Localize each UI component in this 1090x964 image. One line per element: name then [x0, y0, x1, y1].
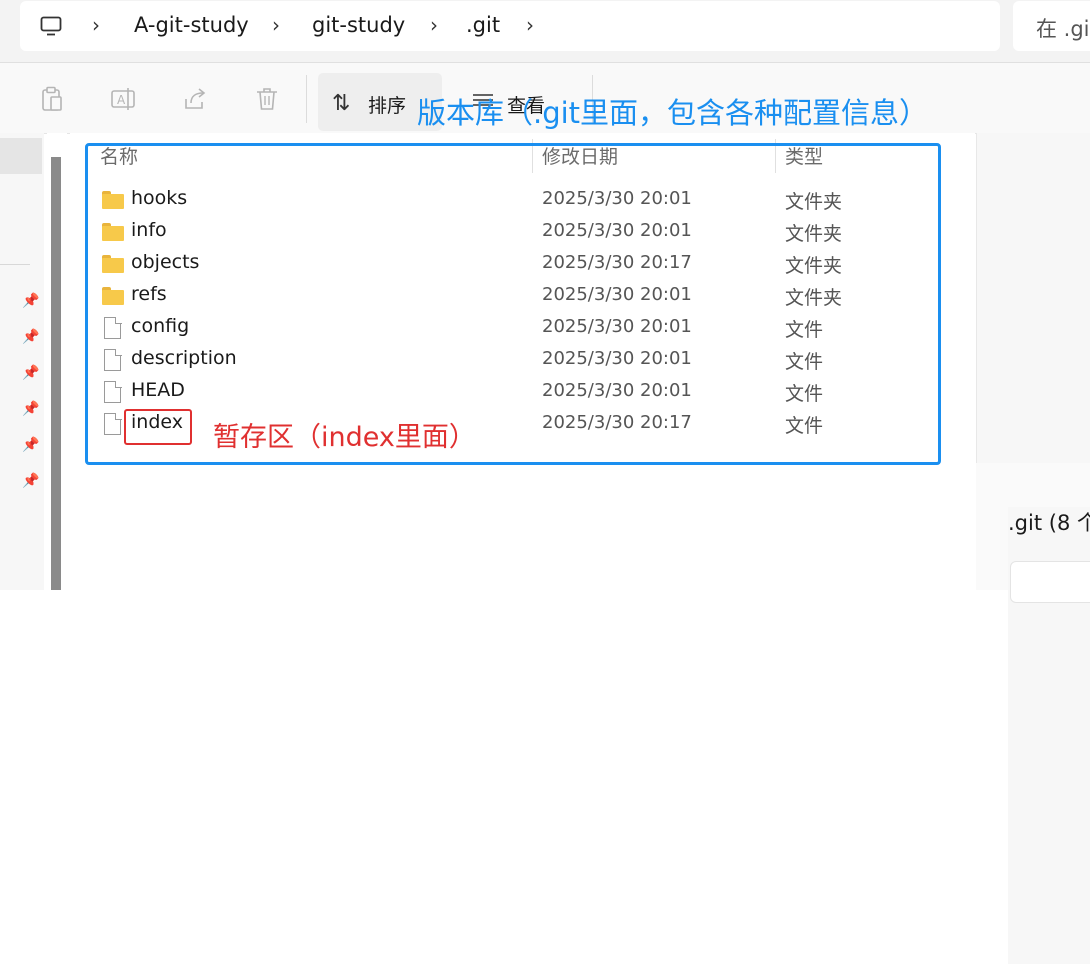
pin-icon[interactable]: 📌: [22, 365, 39, 381]
breadcrumb-a-git-study[interactable]: A-git-study: [134, 13, 249, 37]
paste-icon[interactable]: [38, 85, 66, 113]
this-pc-icon[interactable]: [40, 16, 62, 36]
nav-divider: [0, 264, 30, 265]
sort-label: 排序: [368, 95, 407, 117]
pin-icon[interactable]: 📌: [22, 437, 39, 453]
address-bar[interactable]: › A-git-study › git-study › .git ›: [20, 1, 1000, 51]
details-preview: [976, 133, 1090, 463]
pin-icon[interactable]: 📌: [22, 473, 39, 489]
breadcrumb-chevron[interactable]: ›: [272, 13, 280, 37]
pin-icon[interactable]: 📌: [22, 329, 39, 345]
address-bar-area: › A-git-study › git-study › .git › 在 .gi…: [0, 0, 1090, 62]
toolbar-divider: [306, 75, 307, 123]
share-icon[interactable]: [181, 85, 209, 113]
breadcrumb-chevron[interactable]: ›: [92, 13, 100, 37]
search-input[interactable]: 在 .git: [1013, 1, 1090, 51]
breadcrumb-chevron[interactable]: ›: [526, 13, 534, 37]
staging-highlight-box: [124, 409, 192, 445]
staging-annotation: 暂存区（index里面）: [213, 422, 476, 453]
breadcrumb-git[interactable]: .git: [466, 13, 500, 37]
breadcrumb-git-study[interactable]: git-study: [312, 13, 405, 37]
nav-scrollbar[interactable]: [47, 133, 67, 590]
details-card[interactable]: [1010, 561, 1090, 603]
rename-icon[interactable]: A: [109, 85, 137, 113]
nav-selected-item[interactable]: [0, 138, 42, 174]
pin-icon[interactable]: 📌: [22, 293, 39, 309]
pin-icon[interactable]: 📌: [22, 401, 39, 417]
navigation-pane: 📌 📌 📌 📌 📌 📌: [0, 133, 44, 590]
sort-icon: ⇅: [332, 91, 351, 116]
repository-annotation: 版本库（.git里面，包含各种配置信息）: [417, 96, 929, 130]
search-placeholder: 在 .git: [1036, 17, 1090, 41]
breadcrumb-chevron[interactable]: ›: [430, 13, 438, 37]
delete-icon[interactable]: [253, 85, 281, 113]
svg-text:A: A: [117, 93, 126, 107]
scrollbar-thumb[interactable]: [51, 157, 61, 590]
